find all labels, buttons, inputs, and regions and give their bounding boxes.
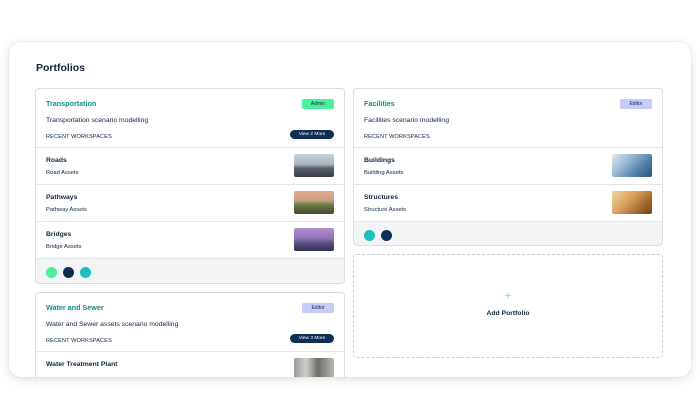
workspace-subtitle: Building Assets [364,170,404,176]
portfolio-card-water-and-sewer[interactable]: Water and Sewer Editor Water and Sewer a… [35,292,345,377]
workspace-name: Bridges [46,231,72,238]
workspace-subtitle: Bridge Assets [46,244,82,250]
add-portfolio-label: Add Portfolio [486,310,530,317]
workspace-row[interactable]: Buildings Building Assets [354,148,662,185]
avatar[interactable] [80,267,91,278]
workspace-subtitle: Structure Assets [364,207,407,213]
workspace-name: Water Treatment Plant [46,361,118,368]
avatar[interactable] [63,267,74,278]
avatar[interactable] [46,267,57,278]
portfolio-description: Water and Sewer assets scenario modellin… [46,321,179,328]
workspace-name: Pathways [46,194,78,201]
portfolio-header: Water and Sewer Editor Water and Sewer a… [36,293,344,352]
plant-photo [294,358,334,377]
portfolio-card-facilities[interactable]: Facilities Editor Facilities scenario mo… [353,88,663,246]
plus-icon: + [504,290,512,302]
portfolio-header: Transportation Admin Transportation scen… [36,89,344,148]
role-badge: Editor [302,303,334,313]
role-badge: Admin [302,99,334,109]
avatar[interactable] [381,230,392,241]
workspace-name: Roads [46,157,67,164]
portfolio-name[interactable]: Transportation [46,99,96,108]
workspace-name: Buildings [364,157,395,164]
add-portfolio-button[interactable]: + Add Portfolio [353,254,663,358]
portfolio-description: Transportation scenario modelling [46,117,149,124]
member-avatars [36,259,344,283]
page-title: Portfolios [36,62,85,74]
portfolio-header: Facilities Editor Facilities scenario mo… [354,89,662,148]
role-badge: Editor [620,99,652,109]
view-more-button[interactable]: View 3 More [290,334,334,343]
pathway-photo [294,191,334,214]
portfolio-name[interactable]: Facilities [364,99,395,108]
workspace-row[interactable]: Structures Structure Assets [354,185,662,222]
recent-workspaces-label: RECENT WORKSPACES [364,134,430,140]
portfolios-panel: Portfolios Transportation Admin Transpor… [9,42,691,377]
portfolio-description: Facilities scenario modelling [364,117,449,124]
recent-workspaces-label: RECENT WORKSPACES [46,338,112,344]
workspace-row[interactable]: Water Treatment Plant [36,352,344,377]
avatar[interactable] [364,230,375,241]
workspace-subtitle: Road Assets [46,170,79,176]
bridge-photo [294,228,334,251]
road-photo [294,154,334,177]
workspace-subtitle: Pathway Assets [46,207,87,213]
building-photo [612,154,652,177]
workspace-name: Structures [364,194,398,201]
portfolio-card-transportation[interactable]: Transportation Admin Transportation scen… [35,88,345,284]
member-avatars [354,222,662,245]
workspace-row[interactable]: Roads Road Assets [36,148,344,185]
recent-workspaces-label: RECENT WORKSPACES [46,134,112,140]
workspace-row[interactable]: Pathways Pathway Assets [36,185,344,222]
view-more-button[interactable]: View 2 More [290,130,334,139]
workspace-row[interactable]: Bridges Bridge Assets [36,222,344,259]
structure-photo [612,191,652,214]
portfolio-name[interactable]: Water and Sewer [46,303,104,312]
